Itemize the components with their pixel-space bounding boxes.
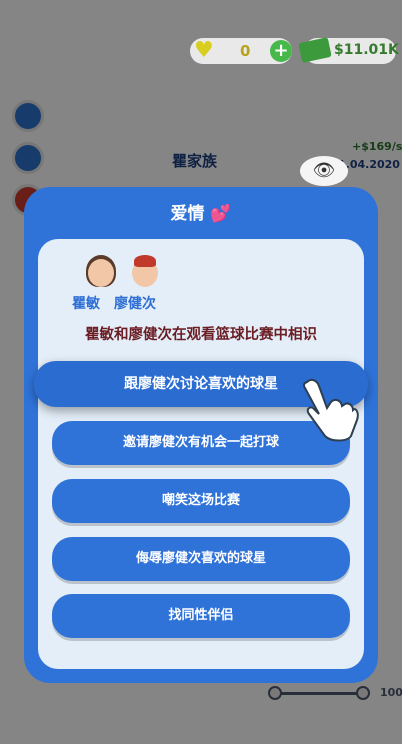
modal-title: 爱情 💕 [24, 199, 378, 224]
character-name-2: 廖健次 [114, 296, 156, 312]
cash-amount: $11.01K [334, 42, 399, 58]
character-name-1: 瞿敏 [72, 296, 100, 312]
hearts-counter: ♥ 0 + [190, 38, 292, 64]
eye-icon[interactable]: 👁 [300, 156, 348, 186]
pointing-hand-icon [302, 378, 359, 442]
add-hearts-button[interactable]: + [270, 40, 292, 62]
female-avatar [84, 253, 118, 289]
modal-title-text: 爱情 [170, 204, 205, 224]
option-button-4[interactable]: 侮辱廖健次喜欢的球星 [52, 537, 350, 581]
sparkling-heart-icon: 💕 [210, 204, 232, 224]
cash-counter: $11.01K [298, 37, 399, 64]
scene-description: 瞿敏和廖健次在观看篮球比赛中相识 [85, 327, 317, 343]
option-button-3[interactable]: 嘲笑这场比赛 [52, 479, 350, 523]
heart-icon: ♥ [194, 38, 214, 63]
hearts-count: 0 [240, 42, 251, 60]
option-button-5[interactable]: 找同性伴侣 [52, 594, 350, 638]
male-avatar [128, 253, 162, 289]
